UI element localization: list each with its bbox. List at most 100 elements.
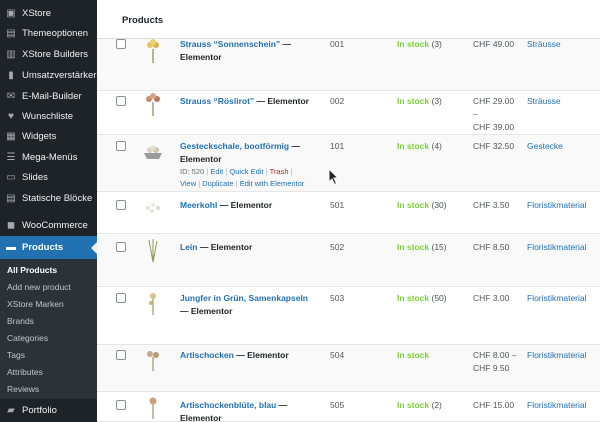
xstore-icon: ▣ [6,8,16,19]
stock-qty: (15) [431,242,447,252]
product-category-link[interactable]: Gestecke [527,141,563,151]
row-checkbox[interactable] [116,350,126,360]
products-icon: ▬ [6,242,16,253]
product-thumbnail[interactable] [141,92,165,116]
stock-qty: (4) [431,141,442,151]
product-name-link[interactable]: Jungfer in Grün, Samenkapseln [180,293,308,303]
price-line: CHF 9.50 [473,363,510,373]
product-thumbnail[interactable] [141,347,165,371]
submenu-attributes[interactable]: Attributes [7,367,43,377]
stock-qty: (30) [431,200,447,210]
trash-link[interactable]: Trash [270,167,289,176]
price-line: CHF 29.00 [473,96,515,106]
table-row: Jungfer in Grün, Samenkapseln — Elementor… [97,287,600,345]
product-stock: In stock [397,350,429,360]
table-row: Gesteckschale, bootförmig — Elementor ID… [97,135,600,192]
row-checkbox[interactable] [116,96,126,106]
product-category-link[interactable]: Floristikmaterial [527,242,587,252]
product-stock: In stock (50) [397,293,447,303]
woocommerce-icon: ◼ [6,220,16,231]
stock-status: In stock [397,400,430,410]
product-thumbnail[interactable] [141,139,165,163]
product-name-suffix: — Elementor [180,306,233,316]
product-price: CHF 3.50 [473,199,523,212]
page-header: Products [97,0,600,39]
price-line: CHF 8.00 – [473,350,517,360]
builders-icon: ▥ [6,49,16,60]
product-category-link[interactable]: Sträusse [527,39,561,49]
product-name-link[interactable]: Meerkohl [180,200,217,210]
submenu-brands[interactable]: Brands [7,316,34,326]
table-row: Lein — Elementor 502 In stock (15) CHF 8… [97,234,600,287]
sales-booster-icon: ▮ [8,70,14,81]
stock-status: In stock [397,350,430,360]
product-name-link[interactable]: Artischockenblüte, blau [180,400,276,410]
submenu-categories[interactable]: Categories [7,333,48,343]
table-row: Strauss “Sonnenschein” — Elementor 001 I… [97,39,600,91]
submenu-tags[interactable]: Tags [7,350,25,360]
theme-options-icon: ▤ [6,28,16,39]
menu-item-widgets[interactable]: ▦ Widgets [0,125,97,148]
product-price: CHF 3.00 [473,292,523,305]
price-line: CHF 39.00 [473,122,515,132]
submenu-add-new-product[interactable]: Add new product [7,282,71,292]
submenu-all-products[interactable]: All Products [7,265,57,275]
product-name-link[interactable]: Lein [180,242,197,252]
submenu-reviews[interactable]: Reviews [7,384,39,394]
product-thumbnail[interactable] [141,39,165,63]
menu-item-products[interactable]: ▬ Products [0,236,97,259]
product-id: ID: 520 [180,167,205,176]
menu-item-themeoptionen[interactable]: ▤ Themeoptionen [0,22,97,45]
row-checkbox[interactable] [116,141,126,151]
row-checkbox[interactable] [116,293,126,303]
product-name-link[interactable]: Strauss “Röslirot” [180,96,254,106]
product-name-link[interactable]: Artischocken [180,350,234,360]
product-sku: 502 [330,242,345,252]
table-row: Artischocken — Elementor 504 In stock CH… [97,345,600,392]
separator: | [225,167,228,176]
stock-qty: (2) [431,400,442,410]
product-category-link[interactable]: Floristikmaterial [527,200,587,210]
product-name-link[interactable]: Gesteckschale, bootförmig [180,141,289,151]
email-icon: ✉ [6,91,16,102]
duplicate-link[interactable]: Duplicate [202,179,233,188]
row-checkbox[interactable] [116,400,126,410]
product-category-link[interactable]: Floristikmaterial [527,293,587,303]
menu-item-slides[interactable]: ▭ Slides [0,166,97,189]
menu-item-portfolio[interactable]: ▰ Portfolio [0,399,97,422]
separator: | [206,167,209,176]
table-row: Artischockenblüte, blau — Elementor 505 … [97,392,600,422]
product-thumbnail[interactable] [141,196,165,220]
menu-item-umsatzverstaerker[interactable]: ▮ Umsatzverstärker [0,64,97,87]
mega-menu-icon: ☰ [6,152,16,163]
product-price: CHF 8.50 [473,241,523,254]
price-line: CHF 49.00 [473,39,515,49]
menu-item-woocommerce[interactable]: ◼ WooCommerce [0,214,97,237]
edit-with-elementor-link[interactable]: Edit with Elementor [240,179,305,188]
quick-edit-link[interactable]: Quick Edit [229,167,263,176]
separator: | [198,179,201,188]
product-thumbnail[interactable] [141,238,165,262]
product-name-link[interactable]: Strauss “Sonnenschein” [180,39,280,49]
product-sku: 504 [330,350,345,360]
product-stock: In stock (3) [397,96,442,106]
row-checkbox[interactable] [116,39,126,49]
product-thumbnail[interactable] [141,395,165,419]
stock-status: In stock [397,96,430,106]
product-category-link[interactable]: Sträusse [527,96,561,106]
product-thumbnail[interactable] [141,291,165,315]
product-category-link[interactable]: Floristikmaterial [527,350,587,360]
products-submenu: All Products Add new product XStore Mark… [0,259,97,399]
row-checkbox[interactable] [116,200,126,210]
edit-link[interactable]: Edit [210,167,223,176]
product-category-link[interactable]: Floristikmaterial [527,400,587,410]
stock-status: In stock [397,200,430,210]
admin-sidebar: ▣ XStore ▤ Themeoptionen ▥ XStore Builders … [0,0,97,422]
menu-item-xstore-builders[interactable]: ▥ XStore Builders [0,43,97,66]
menu-item-statische-bloecke[interactable]: ▤ Statische Blöcke [0,187,97,210]
row-checkbox[interactable] [116,242,126,252]
submenu-xstore-marken[interactable]: XStore Marken [7,299,64,309]
separator: | [290,167,293,176]
view-link[interactable]: View [180,179,196,188]
page-title: Products [122,15,164,26]
